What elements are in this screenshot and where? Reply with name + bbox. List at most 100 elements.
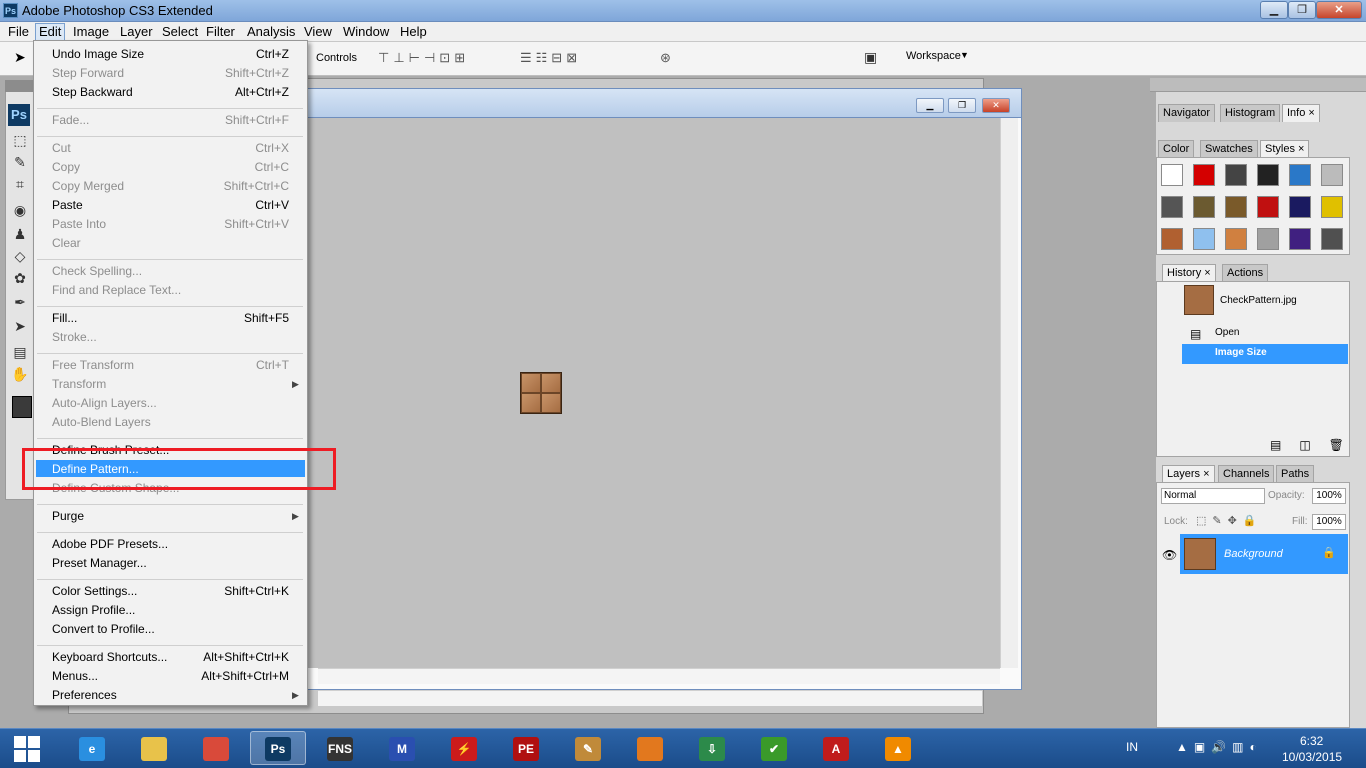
menu-item-step-forward[interactable]: Step Forward — [52, 66, 124, 80]
menu-item-assign-profile[interactable]: Assign Profile... — [52, 603, 135, 617]
menu-item-paste-into[interactable]: Paste Into — [52, 217, 106, 231]
tab-styles[interactable]: Styles × — [1260, 140, 1310, 158]
tab-actions[interactable]: Actions — [1222, 264, 1269, 282]
menu-item-auto-align-layers[interactable]: Auto-Align Layers... — [52, 396, 157, 410]
menu-view[interactable]: View — [301, 24, 335, 40]
workspace-button[interactable]: Workspace — [906, 50, 961, 62]
menu-item-cut[interactable]: Cut — [52, 141, 71, 155]
horizontal-scrollbar[interactable] — [318, 668, 1000, 684]
history-state-open[interactable]: Open — [1215, 327, 1239, 338]
menu-layer[interactable]: Layer — [117, 24, 156, 40]
style-swatch[interactable] — [1193, 228, 1215, 250]
menu-item-undo-image-size[interactable]: Undo Image Size — [52, 47, 144, 61]
marquee-tool-icon[interactable]: ⬚ — [10, 132, 30, 150]
system-tray-icons[interactable]: ▲▣🔊▥◐ — [1176, 740, 1263, 754]
menu-item-copy[interactable]: Copy — [52, 160, 80, 174]
menu-file[interactable]: File — [5, 24, 32, 40]
menu-item-preferences[interactable]: Preferences — [52, 688, 117, 702]
doc-restore-button[interactable]: ❐ — [948, 98, 976, 113]
crop-tool-icon[interactable]: ⌗ — [10, 176, 30, 194]
doc-minimize-button[interactable]: ▁ — [916, 98, 944, 113]
history-state-image-size[interactable]: Image Size — [1215, 347, 1267, 358]
lock-icons[interactable]: ⬚✎✥🔒 — [1196, 514, 1263, 527]
style-swatch[interactable] — [1225, 228, 1247, 250]
menu-item-fade[interactable]: Fade... — [52, 113, 89, 127]
tab-info[interactable]: Info × — [1282, 104, 1320, 122]
menu-item-adobe-pdf-presets[interactable]: Adobe PDF Presets... — [52, 537, 168, 551]
style-swatch[interactable] — [1193, 196, 1215, 218]
menu-window[interactable]: Window — [340, 24, 392, 40]
panel-dock-header[interactable] — [1150, 78, 1366, 92]
menu-item-stroke[interactable]: Stroke... — [52, 330, 97, 344]
menu-item-menus[interactable]: Menus... — [52, 669, 98, 683]
menu-item-find-and-replace-text[interactable]: Find and Replace Text... — [52, 283, 181, 297]
style-swatch[interactable] — [1161, 228, 1183, 250]
dodge-tool-icon[interactable]: ✿ — [10, 270, 30, 288]
style-swatch[interactable] — [1257, 196, 1279, 218]
style-swatch[interactable] — [1257, 228, 1279, 250]
tab-histogram[interactable]: Histogram — [1220, 104, 1281, 122]
style-swatch[interactable] — [1225, 164, 1247, 186]
fill-input[interactable]: 100% — [1312, 514, 1346, 530]
canvas[interactable] — [308, 118, 1000, 668]
lasso-tool-icon[interactable]: ✎ — [10, 154, 30, 172]
show-transform-controls-label[interactable]: Controls — [316, 52, 357, 64]
tab-history[interactable]: History × — [1162, 264, 1216, 282]
chevron-down-icon[interactable]: ▼ — [960, 50, 969, 60]
tab-navigator[interactable]: Navigator — [1158, 104, 1216, 122]
windows-start-icon[interactable] — [14, 736, 40, 762]
style-swatch[interactable] — [1161, 196, 1183, 218]
eraser-tool-icon[interactable]: ◇ — [10, 248, 30, 266]
minimize-button[interactable]: ▁ — [1260, 1, 1288, 19]
menu-item-keyboard-shortcuts[interactable]: Keyboard Shortcuts... — [52, 650, 167, 664]
healing-tool-icon[interactable]: ◉ — [10, 202, 30, 220]
foreground-color-swatch[interactable] — [12, 396, 32, 418]
menu-item-purge[interactable]: Purge — [52, 509, 84, 523]
menu-item-auto-blend-layers[interactable]: Auto-Blend Layers — [52, 415, 151, 429]
auto-align-icon[interactable]: ⊛ — [660, 50, 671, 66]
style-swatch[interactable] — [1225, 196, 1247, 218]
stamp-tool-icon[interactable]: ♟ — [10, 226, 30, 244]
clock-date[interactable]: 10/03/2015 — [1282, 750, 1342, 764]
menu-analysis[interactable]: Analysis — [244, 24, 298, 40]
menu-item-preset-manager[interactable]: Preset Manager... — [52, 556, 147, 570]
input-language[interactable]: IN — [1126, 740, 1138, 754]
move-tool-icon[interactable]: ➤ — [14, 49, 26, 66]
bridge-icon[interactable]: ▣ — [864, 49, 877, 66]
menu-item-free-transform[interactable]: Free Transform — [52, 358, 134, 372]
menu-item-fill[interactable]: Fill... — [52, 311, 77, 325]
document-title-bar[interactable] — [306, 88, 1022, 118]
style-swatch[interactable] — [1321, 164, 1343, 186]
notes-tool-icon[interactable]: ▤ — [10, 344, 30, 362]
blend-mode-select[interactable]: Normal — [1161, 488, 1265, 504]
horizontal-scrollbar-outer[interactable] — [318, 690, 982, 706]
tab-swatches[interactable]: Swatches — [1200, 140, 1258, 158]
menu-item-step-backward[interactable]: Step Backward — [52, 85, 133, 99]
vertical-scrollbar[interactable] — [1000, 118, 1018, 668]
align-icons[interactable]: ⊤⊥⊢⊣⊡⊞ — [378, 50, 469, 66]
style-swatch[interactable] — [1193, 164, 1215, 186]
menu-item-paste[interactable]: Paste — [52, 198, 83, 212]
menu-item-color-settings[interactable]: Color Settings... — [52, 584, 137, 598]
restore-button[interactable]: ❐ — [1288, 1, 1316, 19]
menu-image[interactable]: Image — [70, 24, 112, 40]
style-swatch[interactable] — [1289, 228, 1311, 250]
history-footer-icons[interactable]: ▤◫🗑 — [1270, 438, 1362, 452]
doc-close-button[interactable]: ✕ — [982, 98, 1010, 113]
hand-tool-icon[interactable]: ✋ — [10, 366, 30, 384]
layer-name[interactable]: Background — [1224, 548, 1283, 560]
tab-paths[interactable]: Paths — [1276, 465, 1315, 483]
toolbox-header[interactable] — [5, 80, 35, 92]
menu-item-convert-to-profile[interactable]: Convert to Profile... — [52, 622, 155, 636]
layer-visibility-eye-icon[interactable]: 👁 — [1162, 548, 1177, 562]
pen-tool-icon[interactable]: ✒ — [10, 294, 30, 312]
menu-item-check-spelling[interactable]: Check Spelling... — [52, 264, 142, 278]
clock-time[interactable]: 6:32 — [1300, 734, 1323, 748]
menu-item-copy-merged[interactable]: Copy Merged — [52, 179, 124, 193]
style-swatch[interactable] — [1289, 164, 1311, 186]
close-button[interactable]: ✕ — [1316, 1, 1362, 19]
menu-item-clear[interactable]: Clear — [52, 236, 81, 250]
path-select-tool-icon[interactable]: ➤ — [10, 318, 30, 336]
tab-channels[interactable]: Channels — [1218, 465, 1275, 483]
style-swatch[interactable] — [1289, 196, 1311, 218]
